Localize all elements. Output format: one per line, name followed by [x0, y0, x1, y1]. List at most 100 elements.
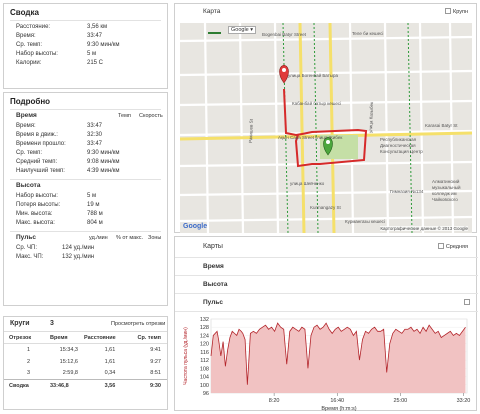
summary-value: 215 C — [87, 60, 104, 66]
lap-row[interactable]: 3 2:59,8 0,34 8:51 — [4, 368, 167, 380]
large-map-label: Крупн — [453, 9, 468, 15]
summary-row: Время: 33:47 — [4, 32, 167, 41]
lap-pace: 9:27 — [150, 358, 161, 365]
lap-pace: 9:41 — [150, 346, 161, 353]
large-map-checkbox[interactable] — [445, 8, 452, 15]
lap-pace: 8:51 — [150, 370, 161, 377]
laps-header-time: Время — [50, 334, 68, 341]
y-tick-label: 108 — [200, 366, 209, 372]
lap-number: 1 — [26, 346, 30, 353]
lap-distance: 1,61 — [104, 358, 116, 365]
altitude-stat-label: Макс. высота: — [16, 220, 55, 226]
svg-text:улица Жибек: улица Жибек — [315, 135, 342, 140]
x-tick-label: 8:20 — [269, 398, 280, 404]
altitude-section-heading: Высота — [16, 182, 41, 189]
summary-label: Калории: — [16, 60, 42, 66]
altitude-stat-value: 788 м — [87, 211, 103, 217]
laps-summary-distance: 3,56 — [104, 382, 116, 389]
svg-text:Ракишев St: Ракишев St — [248, 118, 254, 143]
time-stat-row: Ср. темп: 9:30 мин/км — [4, 149, 167, 158]
svg-text:Bogenbai Batyr Street: Bogenbai Batyr Street — [262, 32, 307, 37]
summary-label: Ср. темп: — [16, 42, 43, 48]
time-stat-row: Время: 33:47 — [4, 122, 167, 131]
map-canvas[interactable]: Bogenbai Batyr Street улица Богенбай Бат… — [180, 23, 472, 233]
svg-text:Диагностическая: Диагностическая — [380, 143, 416, 148]
time-stat-value: 4:39 мин/км — [87, 168, 120, 174]
laps-summary-time: 33:46,8 — [50, 382, 69, 389]
altitude-stat-label: Потеря высоты: — [16, 202, 61, 208]
time-stat-value: 33:47 — [87, 141, 103, 147]
svg-text:Консультация Центр: Консультация Центр — [380, 149, 423, 154]
lap-distance: 1,61 — [104, 346, 116, 353]
x-tick-label: 16:40 — [330, 398, 344, 404]
charts-title: Карты — [203, 243, 223, 250]
time-stat-value: 9:30 мин/км — [87, 150, 120, 156]
laps-header: Круги 3 Просмотреть отрезки — [4, 317, 167, 331]
pulse-stat-label: Ср. ЧП: — [16, 245, 37, 251]
y-tick-label: 128 — [200, 325, 209, 331]
average-toggle[interactable]: Средняя — [438, 237, 468, 257]
altitude-stat-value: 19 м — [87, 202, 100, 208]
laps-header-pace: Ср. темп — [137, 334, 161, 341]
summary-row: Калории: 215 C — [4, 59, 167, 68]
time-stat-row: Времени прошло: 33:47 — [4, 140, 167, 149]
chart-section-pulse[interactable]: Пульс — [175, 293, 478, 311]
y-tick-label: 124 — [200, 333, 209, 339]
time-stat-row: Средний темп: 9:08 мин/км — [4, 158, 167, 167]
svg-text:Karasai Batyr St: Karasai Batyr St — [425, 123, 458, 128]
zoom-bar[interactable] — [208, 29, 221, 34]
summary-label: Время: — [16, 33, 36, 39]
laps-header-distance: Расстояние — [84, 334, 116, 341]
average-label: Средняя — [445, 244, 468, 250]
summary-value: 3,56 км — [87, 24, 108, 30]
summary-label: Набор высоты: — [16, 51, 58, 57]
pulse-chart-checkbox[interactable] — [464, 299, 470, 305]
map-attribution: Картографические данные © 2013 Google — [380, 226, 468, 231]
time-stat-row: Наилучший темп: 4:39 мин/км — [4, 167, 167, 176]
chart-section-time[interactable]: Время — [175, 257, 478, 275]
summary-title: Сводка — [10, 8, 39, 17]
svg-text:Республиканская: Республиканская — [380, 137, 417, 142]
time-stat-label: Наилучший темп: — [16, 168, 65, 174]
time-stat-row: Время в движ.: 32:30 — [4, 131, 167, 140]
map-svg: Bogenbai Batyr Street улица Богенбай Бат… — [180, 23, 472, 233]
lap-time: 15:34,3 — [59, 346, 78, 353]
svg-text:Ақын Сара Street: Ақын Сара Street — [278, 135, 315, 140]
details-title: Подробно — [10, 97, 51, 106]
speed-column-header: Скорость — [139, 113, 163, 119]
map-type-select[interactable]: Google ▾ — [228, 26, 257, 34]
y-tick-label: 100 — [200, 383, 209, 389]
chart-section-altitude[interactable]: Высота — [175, 275, 478, 293]
time-section-heading: Время Темп Скорость — [4, 110, 167, 122]
svg-text:Kurmangazy St: Kurmangazy St — [310, 205, 342, 210]
lap-row[interactable]: 1 15:34,3 1,61 9:41 — [4, 344, 167, 356]
lap-time: 2:59,8 — [62, 370, 78, 377]
altitude-stat-value: 5 м — [87, 193, 97, 199]
laps-summary-pace: 9:30 — [149, 382, 161, 389]
average-checkbox[interactable] — [438, 243, 445, 250]
large-map-toggle[interactable]: Крупн — [445, 4, 468, 20]
summary-value: 5 м — [87, 51, 97, 57]
lap-time: 15:12,6 — [59, 358, 78, 365]
time-stat-label: Время: — [16, 123, 36, 129]
map-panel: Карта Крупн Bogenbai Batyr Street улица … — [174, 3, 477, 233]
summary-panel: Сводка Расстояние: 3,56 км Время: 33:47 Ср. … — [3, 3, 168, 89]
summary-value: 9:30 мин/км — [87, 42, 120, 48]
time-stat-label: Ср. темп: — [16, 150, 43, 156]
time-stat-value: 32:30 — [87, 132, 103, 138]
pulse-stat-value: 132 уд./мин — [62, 254, 95, 260]
svg-text:Кабанбай батыр кешесі: Кабанбай батыр кешесі — [292, 100, 341, 106]
view-splits-link[interactable]: Просмотреть отрезки — [111, 317, 165, 331]
altitude-stat-value: 804 м — [87, 220, 103, 226]
pulse-stat-row: Макс. ЧП: 132 уд./мин — [4, 253, 167, 262]
laps-summary-row: Сводка 33:46,8 3,56 9:30 — [4, 379, 167, 392]
summary-row: Расстояние: 3,56 км — [4, 23, 167, 32]
laps-count: 3 — [50, 320, 54, 327]
y-tick-label: 104 — [200, 375, 209, 381]
lap-row[interactable]: 2 15:12,6 1,61 9:27 — [4, 356, 167, 368]
pulse-stat-row: Ср. ЧП: 124 уд./мин — [4, 244, 167, 253]
svg-text:Гимназия №134: Гимназия №134 — [390, 189, 424, 194]
pace-column-header: Темп — [118, 113, 131, 119]
laps-summary-label: Сводка — [9, 382, 29, 389]
y-tick-label: 120 — [200, 342, 209, 348]
